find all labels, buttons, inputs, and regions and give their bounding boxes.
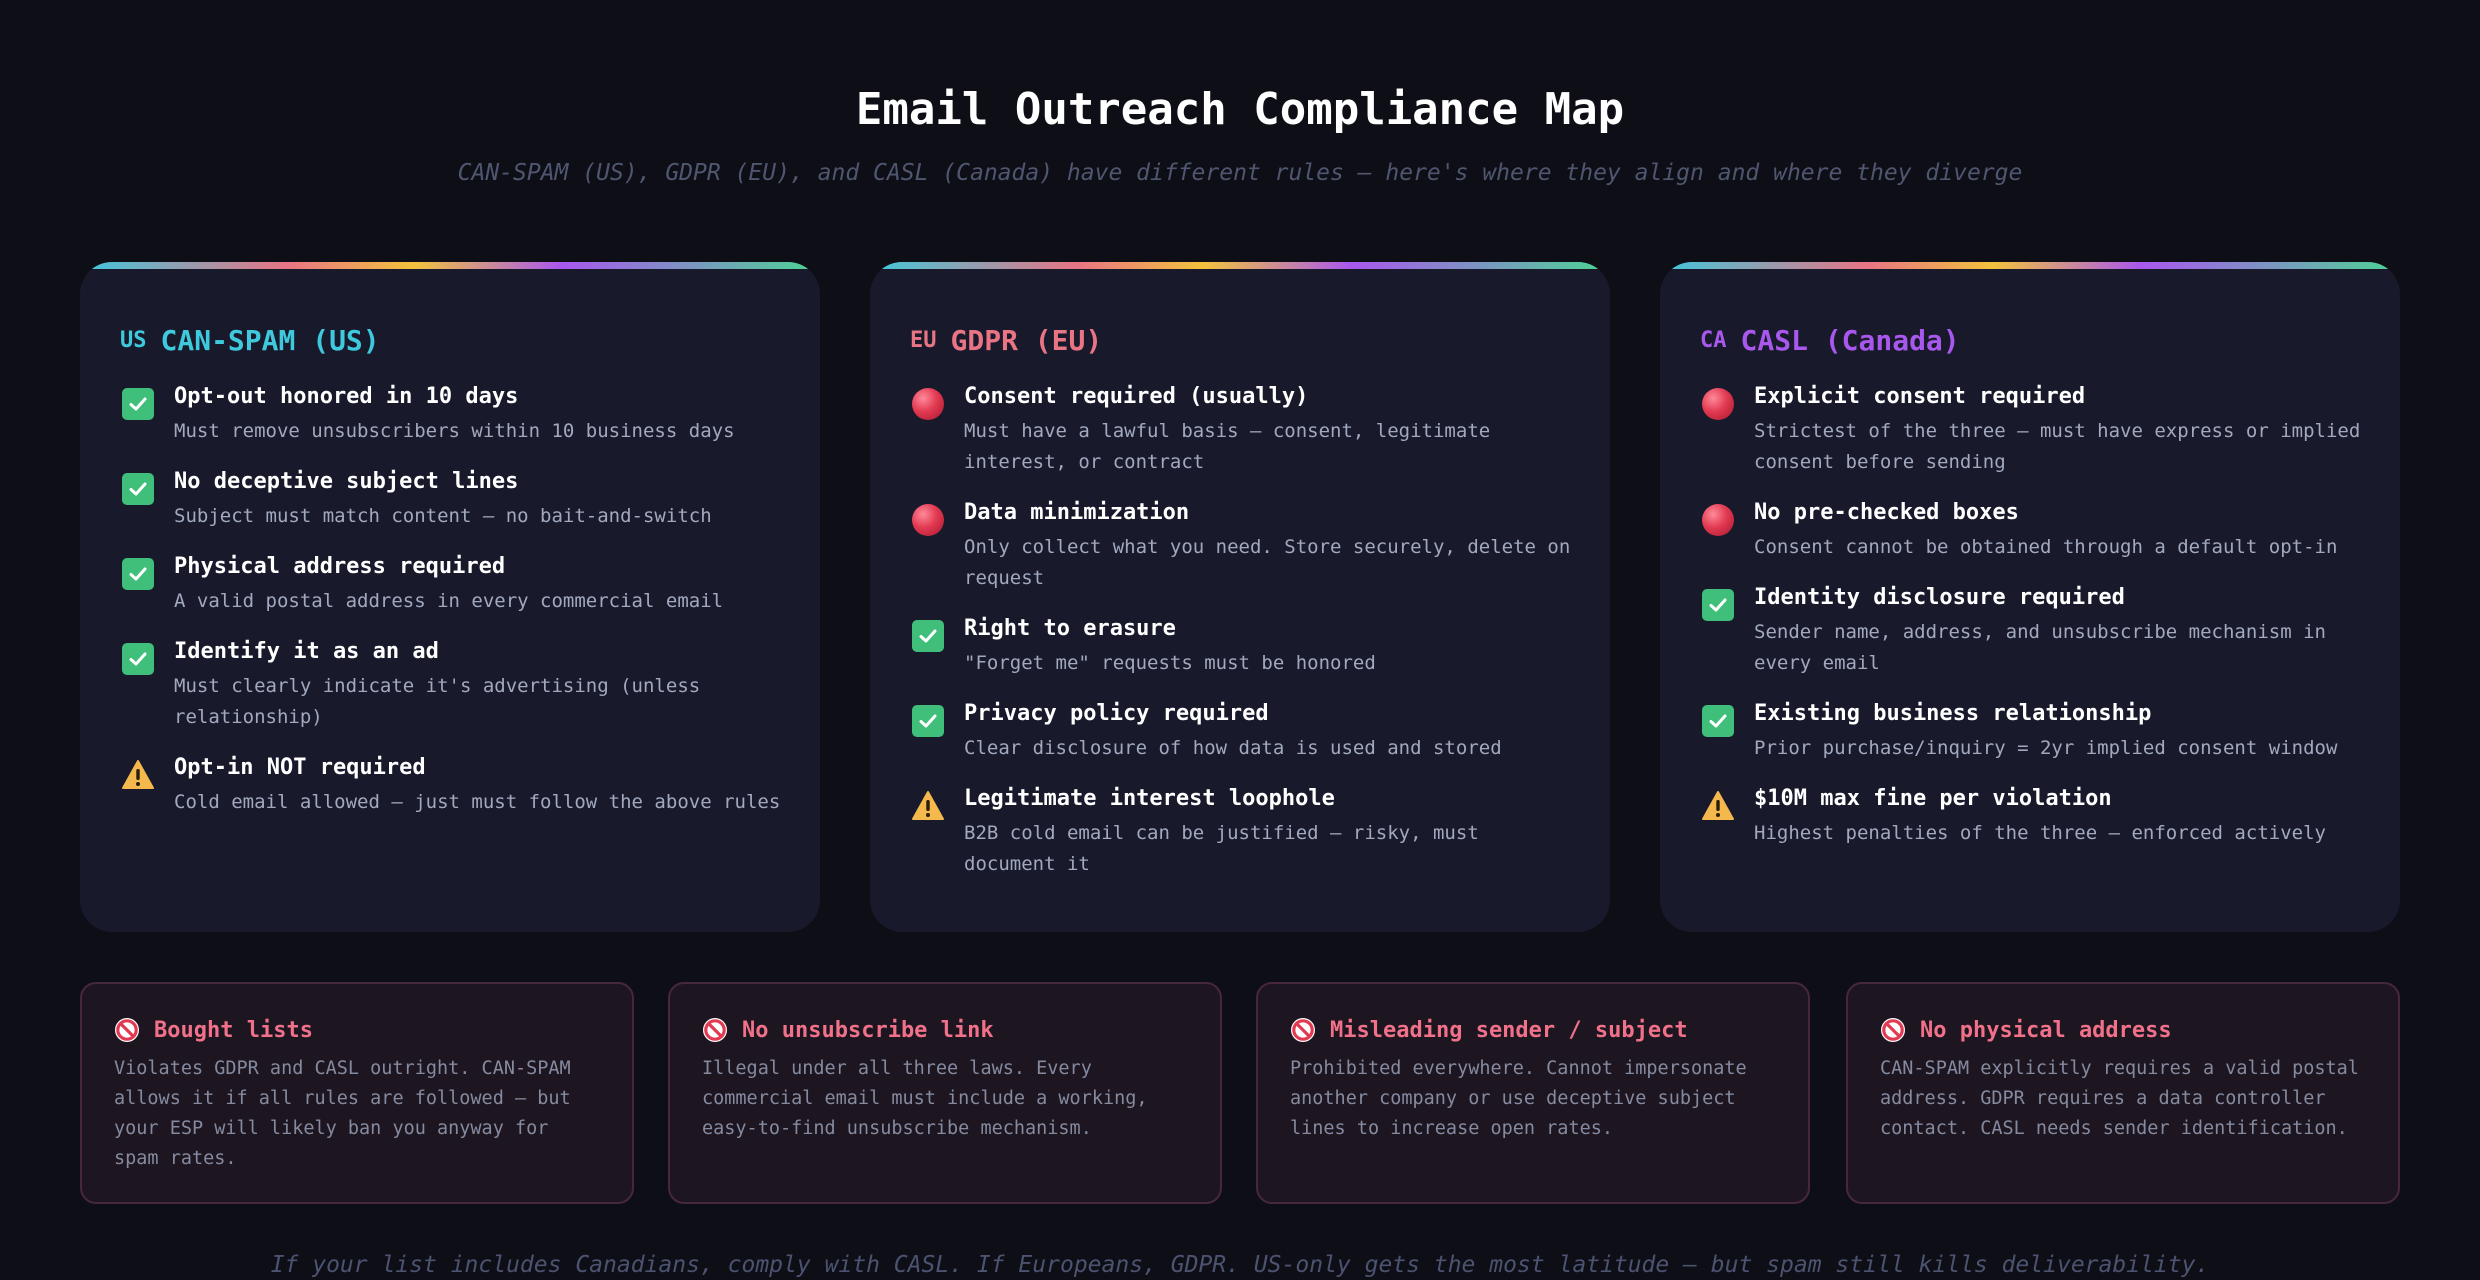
law-cards: US CAN-SPAM (US) Opt-out honored in 10 d… [80, 262, 2400, 934]
rule-title: Opt-out honored in 10 days [174, 384, 519, 409]
rule-item: Identity disclosure required Sender name… [1700, 583, 2362, 679]
check-icon [910, 703, 946, 739]
check-icon [120, 641, 156, 677]
prohibited-description: Prohibited everywhere. Cannot impersonat… [1290, 1058, 1747, 1139]
rule-item: Right to erasure "Forget me" requests mu… [910, 614, 1572, 679]
law-card-can-spam: US CAN-SPAM (US) Opt-out honored in 10 d… [80, 262, 820, 932]
rule-item: $10M max fine per violation Highest pena… [1700, 784, 2362, 849]
card-accent-bar [870, 262, 1610, 269]
card-title: GDPR (EU) [950, 323, 1103, 357]
rule-description: Consent cannot be obtained through a def… [1754, 536, 2338, 558]
rule-description: "Forget me" requests must be honored [964, 652, 1376, 674]
warning-icon [120, 757, 156, 793]
rule-title: Privacy policy required [964, 701, 1269, 726]
prohibited-icon [1881, 1018, 1905, 1042]
law-card-casl: CA CASL (Canada) Explicit consent requir… [1660, 262, 2400, 932]
rule-item: No deceptive subject lines Subject must … [120, 467, 782, 532]
rule-item: Opt-in NOT required Cold email allowed —… [120, 753, 782, 818]
rule-description: Strictest of the three — must have expre… [1754, 420, 2361, 473]
prohibited-icon [703, 1018, 727, 1042]
prohibited-icon [115, 1018, 139, 1042]
card-accent-bar [1660, 262, 2400, 269]
law-card-gdpr: EU GDPR (EU) Consent required (usually) … [870, 262, 1610, 932]
country-code-ca: CA [1700, 327, 1727, 353]
rule-description: Clear disclosure of how data is used and… [964, 737, 1502, 759]
prohibited-card: No physical address CAN-SPAM explicitly … [1846, 982, 2400, 1204]
check-icon [910, 618, 946, 654]
prohibited-practices: Bought lists Violates GDPR and CASL outr… [80, 982, 2400, 1204]
country-code-us: US [120, 327, 147, 353]
rule-title: Legitimate interest loophole [964, 786, 1335, 811]
rule-description: Sender name, address, and unsubscribe me… [1754, 621, 2326, 674]
prohibited-title: No physical address [1920, 1017, 2172, 1043]
check-icon [120, 471, 156, 507]
rule-description: B2B cold email can be justified — risky,… [964, 822, 1479, 875]
rule-item: Identify it as an ad Must clearly indica… [120, 637, 782, 733]
rule-description: Must clearly indicate it's advertising (… [174, 675, 701, 728]
prohibited-card: No unsubscribe link Illegal under all th… [668, 982, 1222, 1204]
rule-description: Must remove unsubscribers within 10 busi… [174, 420, 735, 442]
rule-title: Identify it as an ad [174, 639, 439, 664]
rule-list: Opt-out honored in 10 days Must remove u… [120, 382, 782, 818]
card-accent-bar [80, 262, 820, 269]
rule-item: Existing business relationship Prior pur… [1700, 699, 2362, 764]
rule-title: Existing business relationship [1754, 701, 2152, 726]
red-dot-icon [1700, 502, 1736, 538]
card-heading: US CAN-SPAM (US) [120, 318, 782, 362]
rule-description: Must have a lawful basis — consent, legi… [964, 420, 1491, 473]
red-dot-icon [910, 386, 946, 422]
warning-icon [1700, 788, 1736, 824]
prohibited-title: No unsubscribe link [742, 1017, 994, 1043]
prohibited-description: Illegal under all three laws. Every comm… [702, 1058, 1148, 1139]
card-title: CASL (Canada) [1740, 323, 1960, 357]
rule-title: Identity disclosure required [1754, 585, 2125, 610]
card-heading: CA CASL (Canada) [1700, 318, 2362, 362]
prohibited-title: Bought lists [154, 1017, 313, 1043]
rule-title: No pre-checked boxes [1754, 500, 2019, 525]
prohibited-description: CAN-SPAM explicitly requires a valid pos… [1880, 1058, 2359, 1139]
red-dot-icon [910, 502, 946, 538]
prohibited-card: Misleading sender / subject Prohibited e… [1256, 982, 1810, 1204]
rule-item: Legitimate interest loophole B2B cold em… [910, 784, 1572, 880]
rule-item: Consent required (usually) Must have a l… [910, 382, 1572, 478]
rule-title: Data minimization [964, 500, 1190, 525]
rule-title: $10M max fine per violation [1754, 786, 2112, 811]
check-icon [120, 556, 156, 592]
card-heading: EU GDPR (EU) [910, 318, 1572, 362]
rule-title: Physical address required [174, 554, 506, 579]
rule-title: No deceptive subject lines [174, 469, 519, 494]
check-icon [1700, 703, 1736, 739]
rule-description: Prior purchase/inquiry = 2yr implied con… [1754, 737, 2338, 759]
rule-list: Consent required (usually) Must have a l… [910, 382, 1572, 880]
prohibited-title: Misleading sender / subject [1330, 1017, 1688, 1043]
rule-description: Only collect what you need. Store secure… [964, 536, 1571, 589]
red-dot-icon [1700, 386, 1736, 422]
rule-description: A valid postal address in every commerci… [174, 590, 724, 612]
rule-item: Opt-out honored in 10 days Must remove u… [120, 382, 782, 447]
rule-description: Subject must match content — no bait-and… [174, 505, 712, 527]
rule-list: Explicit consent required Strictest of t… [1700, 382, 2362, 849]
check-icon [1700, 587, 1736, 623]
rule-item: No pre-checked boxes Consent cannot be o… [1700, 498, 2362, 563]
prohibited-description: Violates GDPR and CASL outright. CAN-SPA… [114, 1058, 571, 1169]
warning-icon [910, 788, 946, 824]
rule-title: Right to erasure [964, 616, 1176, 641]
prohibited-card: Bought lists Violates GDPR and CASL outr… [80, 982, 634, 1204]
rule-description: Cold email allowed — just must follow th… [174, 791, 781, 813]
page-subtitle: CAN-SPAM (US), GDPR (EU), and CASL (Cana… [457, 160, 2023, 186]
country-code-eu: EU [910, 327, 937, 353]
rule-title: Consent required (usually) [964, 384, 1309, 409]
rule-description: Highest penalties of the three — enforce… [1754, 822, 2326, 844]
rule-title: Explicit consent required [1754, 384, 2086, 409]
page-title: Email Outreach Compliance Map [855, 84, 1625, 135]
check-icon [120, 386, 156, 422]
rule-item: Data minimization Only collect what you … [910, 498, 1572, 594]
footer-note: If your list includes Canadians, comply … [270, 1252, 2210, 1278]
rule-item: Privacy policy required Clear disclosure… [910, 699, 1572, 764]
rule-title: Opt-in NOT required [174, 755, 426, 780]
card-title: CAN-SPAM (US) [160, 323, 380, 357]
rule-item: Explicit consent required Strictest of t… [1700, 382, 2362, 478]
rule-item: Physical address required A valid postal… [120, 552, 782, 617]
prohibited-icon [1291, 1018, 1315, 1042]
